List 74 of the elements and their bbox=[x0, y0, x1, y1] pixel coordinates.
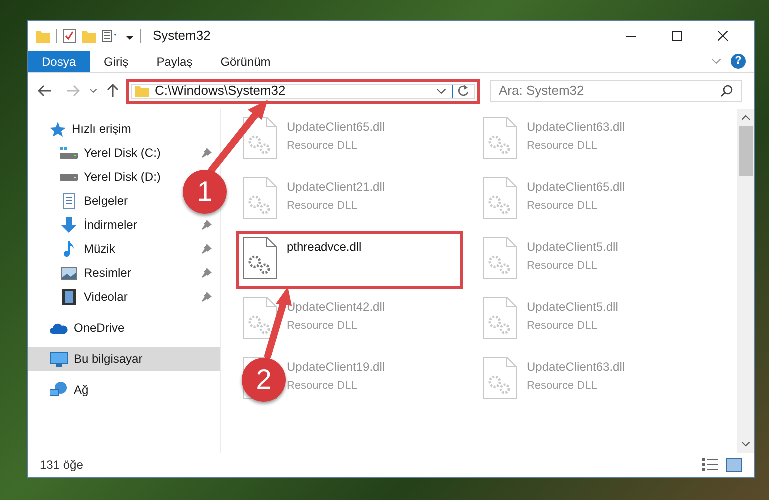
search-field[interactable]: Ara: System32 bbox=[490, 80, 742, 102]
sidebar-item[interactable]: Belgeler bbox=[28, 189, 136, 213]
ribbon-tab[interactable]: Paylaş bbox=[142, 51, 207, 72]
file-type: Resource DLL bbox=[527, 319, 598, 334]
file-type: Resource DLL bbox=[287, 379, 358, 394]
address-field[interactable]: C:\Windows\System32 bbox=[131, 84, 475, 98]
file-type: Resource DLL bbox=[287, 319, 358, 334]
music-note-icon bbox=[64, 241, 74, 257]
pin-icon bbox=[202, 268, 212, 278]
scrollbar[interactable] bbox=[737, 109, 754, 453]
down-arrow-icon bbox=[61, 217, 77, 233]
chevron-down-icon[interactable] bbox=[437, 88, 446, 94]
search-icon[interactable] bbox=[721, 85, 733, 97]
sidebar-item[interactable]: Hızlı erişim bbox=[28, 117, 220, 141]
scroll-down-icon[interactable] bbox=[742, 442, 750, 447]
folder-icon bbox=[135, 85, 149, 97]
address-path: C:\Windows\System32 bbox=[155, 82, 286, 100]
checklist-icon[interactable] bbox=[63, 29, 76, 43]
document-icon bbox=[63, 193, 75, 209]
file-type: Resource DLL bbox=[287, 199, 358, 214]
search-placeholder: Ara: System32 bbox=[499, 82, 584, 100]
properties-icon[interactable] bbox=[102, 30, 120, 42]
picture-icon bbox=[61, 266, 77, 280]
file-type: Resource DLL bbox=[527, 199, 598, 214]
sidebar-item[interactable]: Yerel Disk (C:) bbox=[28, 141, 220, 165]
drive-icon bbox=[60, 147, 78, 159]
drive-icon bbox=[60, 174, 78, 180]
refresh-icon[interactable] bbox=[458, 85, 469, 97]
sidebar-item[interactable]: Bu bilgisayar bbox=[28, 347, 220, 371]
sidebar-item[interactable]: Ağ bbox=[28, 378, 220, 402]
gear-file-icon bbox=[483, 357, 517, 399]
pin-icon bbox=[202, 220, 212, 230]
gear-file-icon bbox=[243, 117, 277, 159]
ribbon-tab[interactable]: Giriş bbox=[90, 51, 143, 72]
cloud-icon bbox=[50, 322, 68, 334]
pin-icon bbox=[202, 292, 212, 302]
back-arrow-icon[interactable] bbox=[38, 85, 52, 97]
large-icons-view-icon[interactable] bbox=[726, 458, 742, 472]
details-view-icon[interactable] bbox=[702, 458, 718, 472]
ribbon-tab[interactable]: Görünüm bbox=[206, 51, 285, 72]
sidebar-item[interactable]: Resimler bbox=[28, 261, 220, 285]
sidebar-item[interactable]: İndirmeler bbox=[28, 213, 220, 237]
up-arrow-icon[interactable] bbox=[107, 84, 119, 98]
monitor-icon bbox=[50, 352, 68, 366]
gear-file-icon bbox=[483, 177, 517, 219]
pin-icon bbox=[202, 244, 212, 254]
scroll-up-icon[interactable] bbox=[742, 115, 750, 120]
gear-file-icon bbox=[243, 237, 277, 279]
gear-file-icon bbox=[243, 177, 277, 219]
sidebar-item[interactable]: Müzik bbox=[28, 237, 220, 261]
film-strip-icon bbox=[62, 289, 76, 305]
sidebar-item[interactable]: Videolar bbox=[28, 285, 220, 309]
chevron-down-icon[interactable] bbox=[126, 32, 134, 40]
maximize-icon bbox=[672, 31, 682, 41]
help-button[interactable]: ? bbox=[731, 54, 746, 69]
pin-icon bbox=[202, 148, 212, 158]
window-title: System32 bbox=[153, 27, 211, 46]
sidebar-item[interactable]: Yerel Disk (D:) bbox=[28, 165, 169, 189]
scrollbar-thumb[interactable] bbox=[738, 126, 752, 176]
file-type: Resource DLL bbox=[287, 139, 358, 154]
gear-file-icon bbox=[483, 117, 517, 159]
ribbon-tab[interactable]: Dosya bbox=[28, 51, 90, 72]
gear-file-icon bbox=[243, 297, 277, 339]
file-type: Resource DLL bbox=[527, 139, 598, 154]
file-name[interactable]: pthreadvce.dll bbox=[287, 238, 362, 256]
file-type: Resource DLL bbox=[527, 379, 598, 394]
item-count: 131 öğe bbox=[40, 457, 84, 474]
star-icon bbox=[50, 122, 66, 136]
sidebar-item[interactable]: OneDrive bbox=[28, 316, 220, 340]
file-type: Resource DLL bbox=[527, 259, 598, 274]
gear-file-icon bbox=[483, 297, 517, 339]
network-icon bbox=[50, 382, 68, 398]
close-icon bbox=[718, 31, 728, 41]
gear-file-icon bbox=[483, 237, 517, 279]
